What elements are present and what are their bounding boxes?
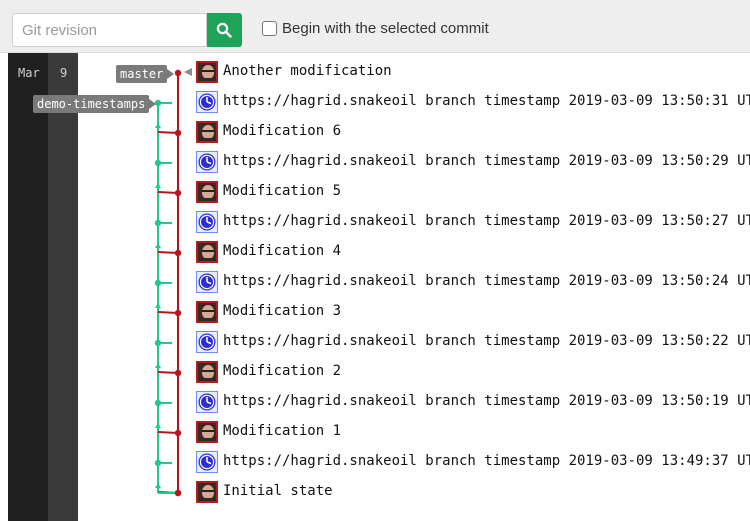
commit-message: https://hagrid.snakeoil branch timestamp… <box>223 93 750 109</box>
commit-message: Modification 3 <box>223 303 342 319</box>
ref-label-master[interactable]: master <box>116 65 175 83</box>
master-commit-dot <box>174 69 182 77</box>
parent-arrow-icon <box>155 243 161 248</box>
commit-row[interactable]: Modification 5 <box>196 181 750 211</box>
master-commit-dot <box>174 309 182 317</box>
commit-row[interactable]: Modification 3 <box>196 301 750 331</box>
commit-message: Modification 2 <box>223 363 342 379</box>
commit-message: Modification 6 <box>223 123 342 139</box>
parent-arrow-icon <box>155 303 161 308</box>
master-commit-dot <box>174 129 182 137</box>
author-avatar-icon <box>196 361 218 383</box>
commit-row[interactable]: Another modification <box>196 61 750 91</box>
commit-row[interactable]: https://hagrid.snakeoil branch timestamp… <box>196 451 750 481</box>
author-avatar-icon <box>196 61 218 83</box>
commit-row[interactable]: https://hagrid.snakeoil branch timestamp… <box>196 391 750 421</box>
master-commit-dot <box>174 189 182 197</box>
commit-row[interactable]: https://hagrid.snakeoil branch timestamp… <box>196 91 750 121</box>
commit-message: https://hagrid.snakeoil branch timestamp… <box>223 393 750 409</box>
commit-message: https://hagrid.snakeoil branch timestamp… <box>223 213 750 229</box>
timestamp-clock-icon <box>196 331 218 353</box>
parent-arrow-icon <box>155 423 161 428</box>
master-commit-dot <box>174 369 182 377</box>
author-avatar-icon <box>196 421 218 443</box>
master-commit-dot <box>174 249 182 257</box>
commit-message: https://hagrid.snakeoil branch timestamp… <box>223 333 750 349</box>
commit-row[interactable]: Modification 2 <box>196 361 750 391</box>
timestamp-clock-icon <box>196 391 218 413</box>
commit-row[interactable]: Modification 4 <box>196 241 750 271</box>
commit-message: Another modification <box>223 63 392 79</box>
commit-row[interactable]: https://hagrid.snakeoil branch timestamp… <box>196 271 750 301</box>
commit-message: https://hagrid.snakeoil branch timestamp… <box>223 153 750 169</box>
author-avatar-icon <box>196 121 218 143</box>
timestamp-clock-icon <box>196 451 218 473</box>
head-pointer-icon <box>184 68 192 76</box>
timestamp-commit-dot <box>154 159 162 167</box>
root-commit-dot <box>174 489 182 497</box>
parent-arrow-icon <box>155 363 161 368</box>
commit-row[interactable]: Modification 1 <box>196 421 750 451</box>
commit-message: https://hagrid.snakeoil branch timestamp… <box>223 453 750 469</box>
timestamp-clock-icon <box>196 211 218 233</box>
author-avatar-icon <box>196 241 218 263</box>
author-avatar-icon <box>196 301 218 323</box>
author-avatar-icon <box>196 481 218 503</box>
timestamp-commit-dot <box>154 279 162 287</box>
timestamp-commit-dot <box>154 219 162 227</box>
commit-message: Modification 4 <box>223 243 342 259</box>
timestamp-commit-dot <box>154 399 162 407</box>
commit-row[interactable]: https://hagrid.snakeoil branch timestamp… <box>196 151 750 181</box>
parent-arrow-icon <box>155 183 161 188</box>
commit-row[interactable]: https://hagrid.snakeoil branch timestamp… <box>196 211 750 241</box>
commit-message: Initial state <box>223 483 333 499</box>
timestamp-clock-icon <box>196 271 218 293</box>
commit-message: https://hagrid.snakeoil branch timestamp… <box>223 273 750 289</box>
commit-row[interactable]: Initial state <box>196 481 750 511</box>
commit-row[interactable]: Modification 6 <box>196 121 750 151</box>
commit-row[interactable]: https://hagrid.snakeoil branch timestamp… <box>196 331 750 361</box>
timestamp-clock-icon <box>196 91 218 113</box>
ref-label-demo-timestamps[interactable]: demo-timestamps <box>33 95 157 113</box>
timestamp-commit-dot <box>154 339 162 347</box>
commit-message: Modification 5 <box>223 183 342 199</box>
author-avatar-icon <box>196 181 218 203</box>
parent-arrow-icon <box>155 123 161 128</box>
timestamp-clock-icon <box>196 151 218 173</box>
commit-message: Modification 1 <box>223 423 342 439</box>
master-commit-dot <box>174 429 182 437</box>
